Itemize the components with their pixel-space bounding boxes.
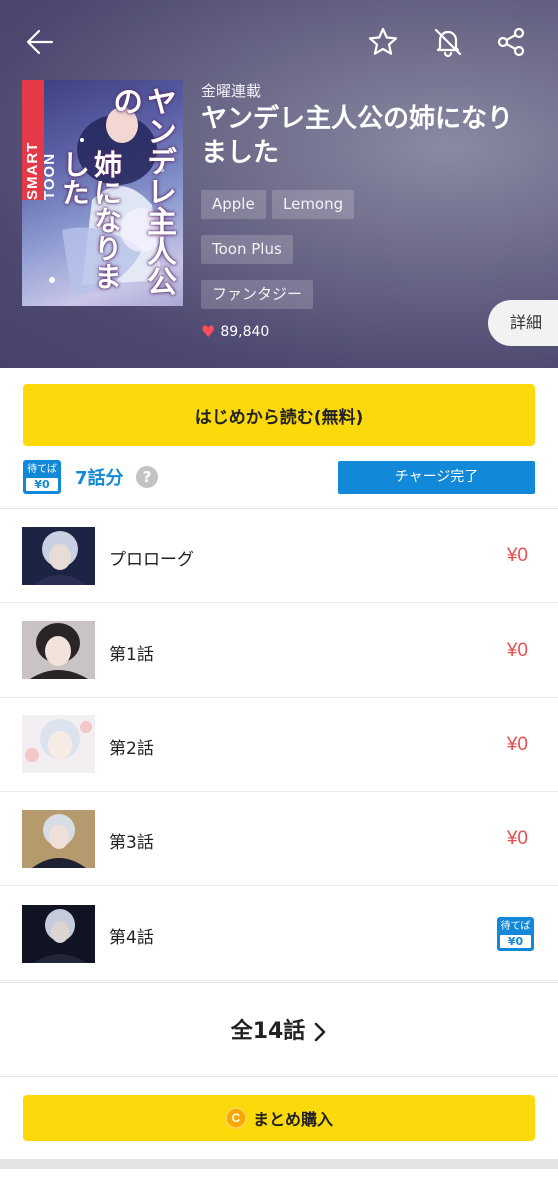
serialization-schedule: 金曜連載 [201, 82, 262, 100]
episode-title: 第2話 [109, 739, 154, 759]
star-icon [368, 27, 398, 55]
wait-badge-value: ¥0 [26, 478, 58, 491]
tag-lemong[interactable]: Lemong [272, 190, 355, 219]
episode-thumbnail [22, 527, 95, 585]
wait-badge-label: 待てば [500, 921, 531, 932]
episode-thumbnail [22, 810, 95, 868]
episode-title: 第3話 [109, 833, 154, 853]
episode-price: ¥0 [506, 545, 528, 566]
episode-thumbnail-art [22, 527, 95, 585]
episode-thumbnail-art [22, 715, 95, 773]
help-icon[interactable]: ? [136, 466, 158, 488]
wait-free-badge: 待てば ¥0 [497, 917, 534, 951]
episode-thumbnail [22, 905, 95, 963]
read-from-start-button[interactable]: はじめから読む(無料) [23, 384, 535, 446]
bulk-purchase-label: まとめ購入 [252, 1110, 333, 1129]
episode-thumbnail-art [22, 621, 95, 679]
tag-fantasy[interactable]: ファンタジー [201, 280, 314, 309]
episode-title: 第1話 [109, 645, 154, 665]
all-episodes-link[interactable]: 全14話 [0, 982, 558, 1077]
tag-apple[interactable]: Apple [201, 190, 266, 219]
episode-row-prologue[interactable]: プロローグ ¥0 [0, 509, 558, 603]
series-header: SMART TOON ヤンデレ主人公の 姉になりました 金曜連載 ヤンデレ主人公… [0, 0, 558, 368]
charge-complete-button[interactable]: チャージ完了 [338, 461, 535, 494]
episode-price: ¥0 [506, 640, 528, 661]
episode-title: 第4話 [109, 928, 154, 948]
arrow-left-icon [26, 29, 54, 55]
share-button[interactable] [491, 22, 531, 62]
episode-thumbnail [22, 621, 95, 679]
wait-badge-label: 待てば [27, 464, 57, 475]
like-count-value: 89,840 [220, 323, 270, 340]
notification-toggle-button[interactable] [428, 22, 468, 62]
cover-badge-text: SMART TOON [24, 141, 58, 200]
series-title: ヤンデレ主人公の姉になりました [201, 104, 514, 168]
episode-thumbnail-art [22, 905, 95, 963]
bottom-divider [0, 1159, 558, 1169]
cover-publisher-badge: SMART TOON [22, 80, 58, 200]
all-episodes-label: 全14話 [230, 1019, 306, 1044]
episode-row-1[interactable]: 第1話 ¥0 [0, 604, 558, 698]
heart-icon: ♥ [201, 322, 216, 341]
share-icon [497, 27, 525, 57]
wait-free-badge: 待てば ¥0 [23, 460, 61, 494]
chevron-right-icon [315, 1022, 326, 1041]
cover-title-line2: 姉になりました [58, 150, 123, 290]
cover-image: SMART TOON ヤンデレ主人公の 姉になりました [22, 80, 183, 306]
wait-badge-value: ¥0 [500, 935, 531, 948]
episode-title: プロローグ [109, 550, 194, 570]
like-count: ♥ 89,840 [201, 322, 269, 341]
favorite-button[interactable] [363, 22, 403, 62]
episode-row-4[interactable]: 第4話 待てば ¥0 [0, 887, 558, 981]
episode-price: ¥0 [506, 828, 528, 849]
episode-row-2[interactable]: 第2話 ¥0 [0, 698, 558, 792]
episode-row-3[interactable]: 第3話 ¥0 [0, 792, 558, 886]
tag-toon-plus[interactable]: Toon Plus [201, 235, 293, 264]
coin-icon: C [224, 1107, 247, 1129]
episode-thumbnail [22, 715, 95, 773]
wait-free-episode-count: 7話分 [75, 468, 124, 489]
detail-button[interactable]: 詳細 [488, 300, 558, 346]
back-button[interactable] [20, 22, 60, 62]
bulk-purchase-button[interactable]: C まとめ購入 [23, 1095, 535, 1141]
bell-off-icon [434, 28, 462, 58]
episode-thumbnail-art [22, 810, 95, 868]
episode-price: ¥0 [506, 734, 528, 755]
